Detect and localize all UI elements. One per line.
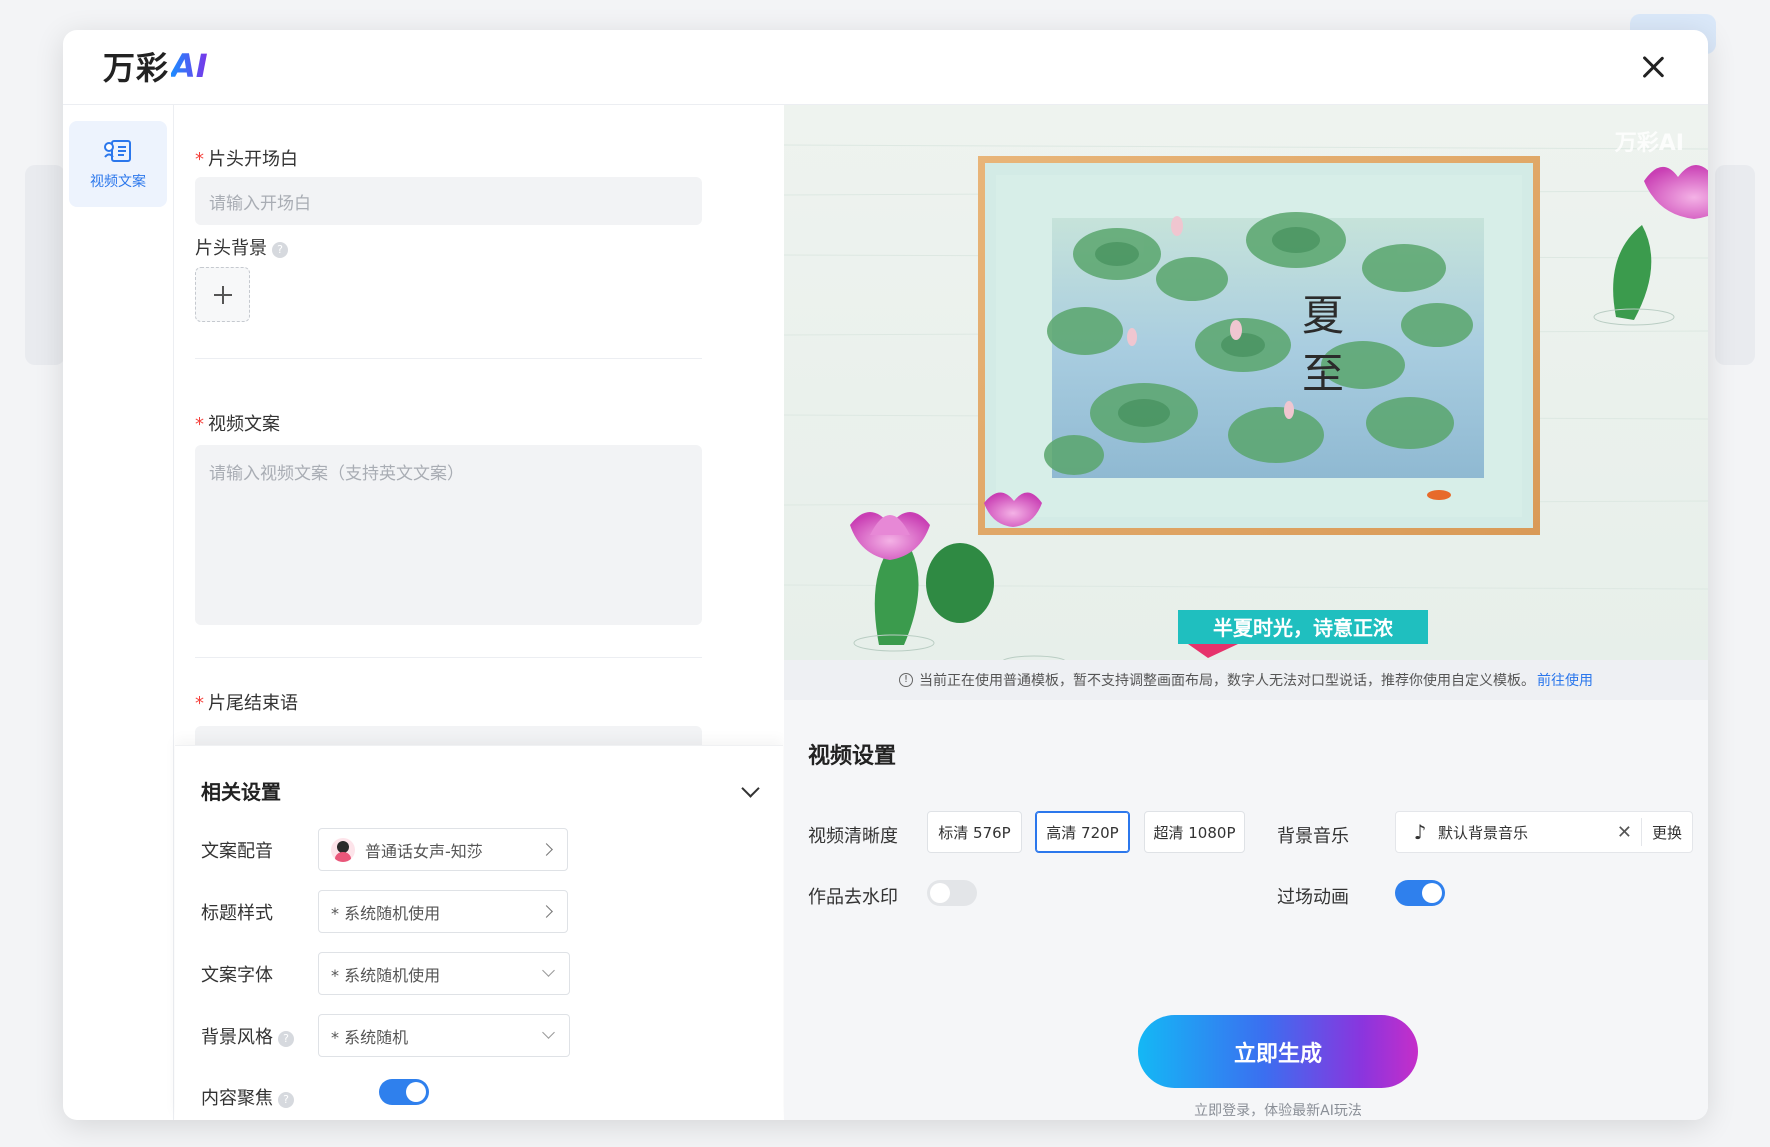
music-label: 背景音乐 xyxy=(1277,826,1349,847)
logo-ai-mark: AI xyxy=(171,47,208,85)
background-card xyxy=(25,165,65,365)
font-value: * 系统随机使用 xyxy=(331,965,441,985)
preview-image: 夏 至 万彩AI 半夏时光，诗意正浓 xyxy=(784,131,1708,660)
preview-caption: 半夏时光，诗意正浓 xyxy=(1213,616,1394,640)
modal-header: 万彩 AI xyxy=(63,30,1708,105)
info-icon: ! xyxy=(899,673,913,687)
help-icon[interactable]: ? xyxy=(278,1031,294,1047)
generate-video-modal: 万彩 AI 视频文案 * 片头开场白 请输入开场白 片头背景? * 视频文案 请输入… xyxy=(63,30,1708,1120)
title-style-value: * 系统随机使用 xyxy=(331,903,441,923)
focus-toggle[interactable] xyxy=(379,1079,429,1105)
preview-title-char: 夏 xyxy=(1302,291,1344,340)
quality-label: 视频清晰度 xyxy=(808,826,898,847)
nav-item-video-script[interactable]: 视频文案 xyxy=(69,121,167,207)
intro-input[interactable]: 请输入开场白 xyxy=(195,177,702,225)
notice-text: 当前正在使用普通模板，暂不支持调整画面布局，数字人无法对口型说话，推荐你使用自定… xyxy=(919,673,1535,689)
font-label: 文案字体 xyxy=(201,965,273,986)
avatar xyxy=(331,837,355,862)
preview-title-char: 至 xyxy=(1302,349,1344,398)
chevron-right-icon xyxy=(540,905,553,918)
preview-watermark: 万彩AI xyxy=(1614,131,1684,156)
intro-background-upload-button[interactable] xyxy=(195,267,250,322)
watermark-label: 作品去水印 xyxy=(808,887,898,908)
logo: 万彩 AI xyxy=(103,46,208,87)
video-settings-title: 视频设置 xyxy=(808,744,897,769)
font-select[interactable]: * 系统随机使用 xyxy=(318,952,570,995)
transition-label: 过场动画 xyxy=(1277,887,1349,908)
help-icon[interactable]: ? xyxy=(272,242,288,258)
help-icon[interactable]: ? xyxy=(278,1092,294,1108)
quality-option-576p[interactable]: 标清 576P xyxy=(927,811,1022,853)
music-select[interactable]: ♪ 默认背景音乐 ✕ 更换 xyxy=(1395,811,1693,853)
template-preview: 夏 至 万彩AI 半夏时光，诗意正浓 xyxy=(784,105,1708,660)
transition-toggle[interactable] xyxy=(1395,880,1445,906)
music-change-button[interactable]: 更换 xyxy=(1652,822,1682,843)
nav-item-label: 视频文案 xyxy=(90,174,146,190)
chevron-down-icon xyxy=(542,964,555,977)
focus-label: 内容聚焦? xyxy=(201,1084,294,1110)
related-settings-title: 相关设置 xyxy=(201,780,281,804)
title-style-select[interactable]: * 系统随机使用 xyxy=(318,890,568,933)
template-notice: ! 当前正在使用普通模板，暂不支持调整画面布局，数字人无法对口型说话，推荐你使用… xyxy=(784,660,1708,700)
watermark-toggle[interactable] xyxy=(927,880,977,906)
side-nav: 视频文案 xyxy=(63,105,174,1120)
script-textarea[interactable]: 请输入视频文案（支持英文文案） xyxy=(195,445,702,625)
music-value: 默认背景音乐 xyxy=(1438,823,1529,842)
form-column: * 片头开场白 请输入开场白 片头背景? * 视频文案 请输入视频文案（支持英文文案… xyxy=(175,105,783,1120)
chevron-down-icon[interactable] xyxy=(741,779,760,798)
video-settings-panel: 视频设置 视频清晰度 标清 576P 高清 720P 超清 1080P 背景音乐… xyxy=(784,700,1708,1120)
voice-value: 普通话女声-知莎 xyxy=(365,841,483,861)
chevron-right-icon xyxy=(540,843,553,856)
related-settings-panel: 相关设置 文案配音 普通话女声-知莎 标题样式 * 系统随机使用 文案字体 * … xyxy=(175,745,783,1120)
voice-label: 文案配音 xyxy=(201,841,273,862)
voice-select[interactable]: 普通话女声-知莎 xyxy=(318,828,568,871)
bg-style-select[interactable]: * 系统随机 xyxy=(318,1014,570,1057)
outro-label: * 片尾结束语 xyxy=(195,693,298,714)
bg-style-value: * 系统随机 xyxy=(331,1027,409,1047)
chevron-down-icon xyxy=(542,1026,555,1039)
close-icon[interactable] xyxy=(1636,50,1670,84)
intro-background-label: 片头背景? xyxy=(195,234,288,260)
generate-button[interactable]: 立即生成 xyxy=(1138,1015,1418,1088)
notice-link[interactable]: 前往使用 xyxy=(1537,670,1593,690)
background-card xyxy=(1715,165,1755,365)
music-note-icon: ♪ xyxy=(1413,820,1427,844)
intro-label: * 片头开场白 xyxy=(195,149,298,170)
script-edit-icon xyxy=(104,140,131,162)
script-label: * 视频文案 xyxy=(195,414,280,435)
login-hint[interactable]: 立即登录，体验最新AI玩法 xyxy=(1138,1100,1418,1120)
clear-icon[interactable]: ✕ xyxy=(1617,822,1632,843)
divider xyxy=(195,657,702,658)
logo-text: 万彩 xyxy=(103,49,170,87)
title-style-label: 标题样式 xyxy=(201,903,273,924)
bg-style-label: 背景风格? xyxy=(201,1023,294,1049)
divider xyxy=(195,358,702,359)
quality-option-1080p[interactable]: 超清 1080P xyxy=(1144,811,1245,853)
quality-option-720p[interactable]: 高清 720P xyxy=(1035,811,1130,853)
